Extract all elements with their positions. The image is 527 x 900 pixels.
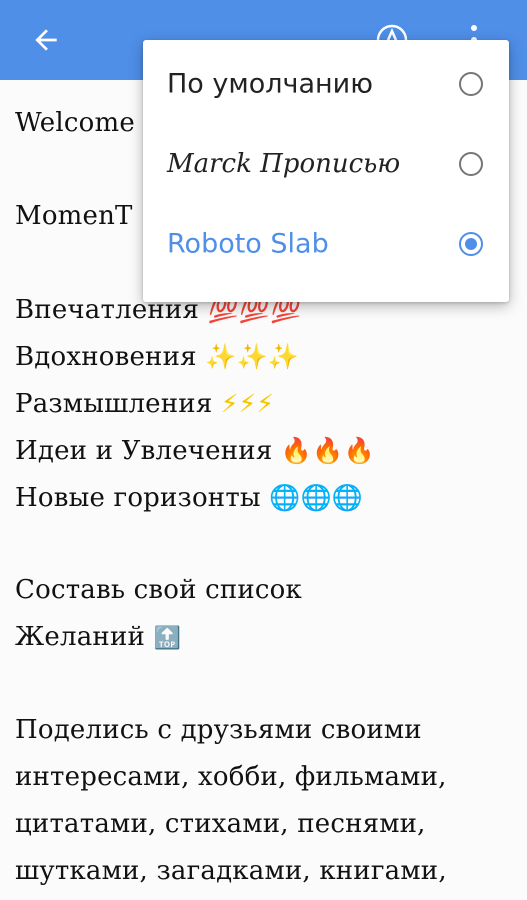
ideas-text: Идеи и Увлечения <box>15 436 273 466</box>
sparkles-icon: ✨✨✨ <box>205 342 300 371</box>
make-list-line: Составь свой список <box>15 575 302 605</box>
menu-item-roboto-slab[interactable]: Roboto Slab <box>143 204 509 284</box>
radio-button[interactable] <box>459 152 483 176</box>
globe-icon: 🌐🌐🌐 <box>269 483 364 512</box>
inspiration-text: Вдохновения <box>15 342 197 372</box>
menu-item-label: По умолчанию <box>167 68 373 100</box>
wishes-text: Желаний <box>15 622 146 652</box>
lightning-icon: ⚡⚡⚡ <box>220 389 275 418</box>
inspiration-line: Вдохновения ✨✨✨ <box>15 333 520 380</box>
radio-button-selected[interactable] <box>459 232 483 256</box>
share-line-1: Поделись с друзьями своими <box>15 715 422 745</box>
wishes-line: Желаний 🔝 <box>15 614 520 661</box>
top-arrow-icon: 🔝 <box>153 626 182 651</box>
radio-button[interactable] <box>459 72 483 96</box>
menu-item-label: Roboto Slab <box>167 228 329 260</box>
menu-item-default[interactable]: По умолчанию <box>143 44 509 124</box>
font-menu: По умолчанию Marck Прописью Roboto Slab <box>143 40 509 302</box>
back-button[interactable] <box>22 18 70 62</box>
app-screen: Welcome MomenT Впечатления 💯💯💯 Вдохновен… <box>0 0 527 900</box>
horizons-line: Новые горизонты 🌐🌐🌐 <box>15 474 520 521</box>
horizons-text: Новые горизонты <box>15 483 261 513</box>
arrow-back-icon <box>35 29 57 51</box>
fire-icon: 🔥🔥🔥 <box>280 436 375 465</box>
menu-item-label: Marck Прописью <box>167 149 401 179</box>
ideas-line: Идеи и Увлечения 🔥🔥🔥 <box>15 427 520 474</box>
menu-item-marck[interactable]: Marck Прописью <box>143 124 509 204</box>
reflections-line: Размышления ⚡⚡⚡ <box>15 380 520 427</box>
share-line-4: шутками, загадками, книгами, <box>15 856 447 886</box>
share-line-3: цитатами, стихами, песнями, <box>15 809 426 839</box>
reflections-text: Размышления <box>15 389 213 419</box>
share-line-2: интересами, хобби, фильмами, <box>15 762 447 792</box>
